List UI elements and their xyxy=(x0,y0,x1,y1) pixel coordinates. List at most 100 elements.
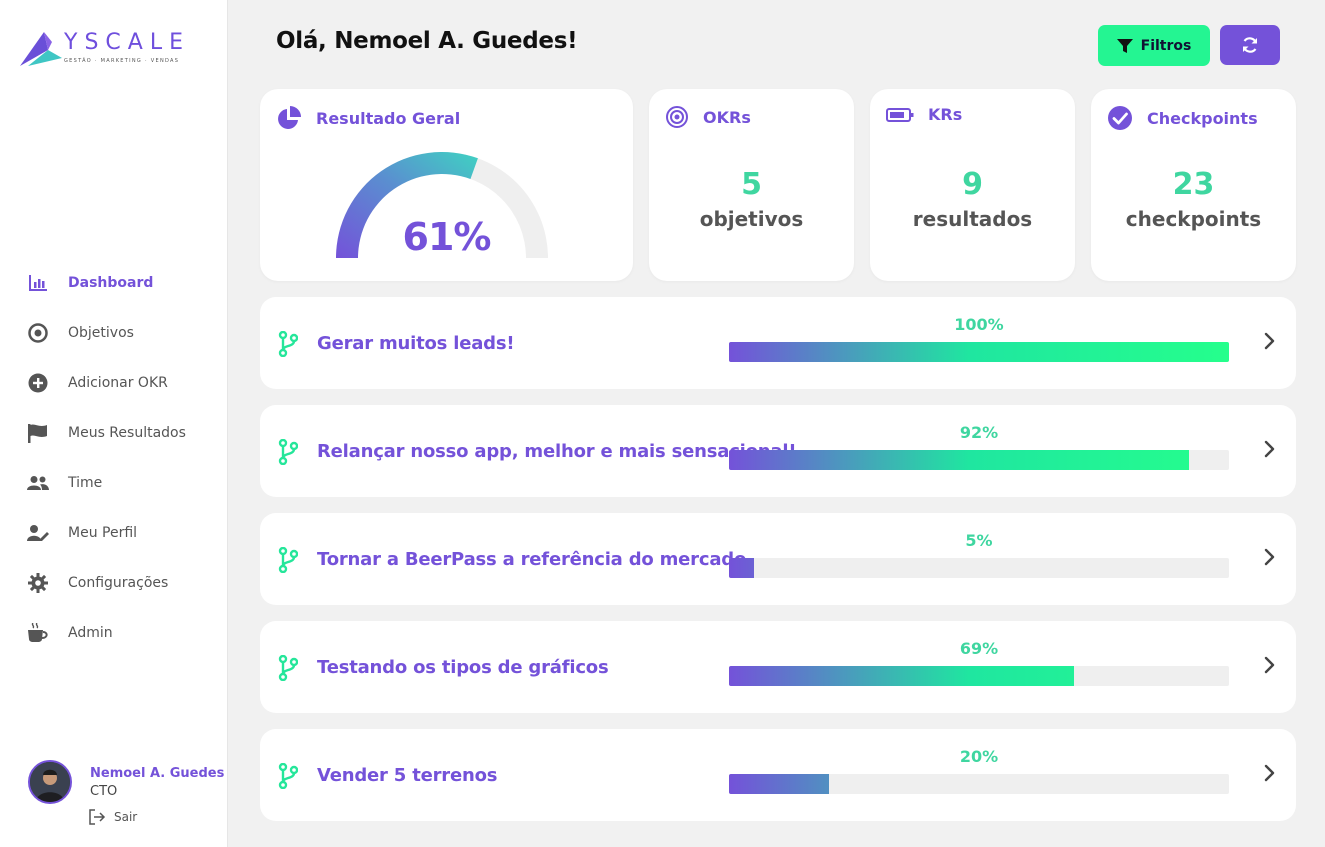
stat-unit: resultados xyxy=(912,207,1033,231)
user-panel: Nemoel A. Guedes CTO Sair xyxy=(28,758,228,832)
page-title: Olá, Nemoel A. Guedes! xyxy=(276,28,578,54)
logo-mark-icon xyxy=(20,32,62,66)
gear-icon xyxy=(26,571,50,595)
users-icon xyxy=(26,471,50,495)
branch-icon xyxy=(278,439,298,465)
sidebar-item-meu-perfil[interactable]: Meu Perfil xyxy=(0,508,228,558)
progress-fill xyxy=(729,450,1189,470)
sidebar: YSCALE GESTÃO · MARKETING · VENDAS Dashb… xyxy=(0,0,228,847)
chevron-right-icon[interactable] xyxy=(1260,331,1280,351)
okr-row[interactable]: Relançar nosso app, melhor e mais sensac… xyxy=(260,405,1296,497)
gauge-value: 61% xyxy=(402,215,492,259)
card-title: Checkpoints xyxy=(1147,108,1258,128)
coffee-icon xyxy=(26,621,50,645)
sidebar-item-label: Admin xyxy=(68,625,113,641)
sidebar-item-objetivos[interactable]: Objetivos xyxy=(0,308,228,358)
stat-number: 9 xyxy=(962,167,983,202)
chevron-right-icon[interactable] xyxy=(1260,439,1280,459)
progress-bar xyxy=(729,342,1229,362)
progress-bar xyxy=(729,666,1229,686)
progress-fill xyxy=(729,666,1074,686)
pie-chart-icon xyxy=(278,106,301,129)
okr-percent: 100% xyxy=(954,315,1004,334)
plus-circle-icon xyxy=(26,371,50,395)
chevron-right-icon[interactable] xyxy=(1260,763,1280,783)
progress-bar xyxy=(729,450,1229,470)
sidebar-item-label: Adicionar OKR xyxy=(68,375,168,391)
okr-row[interactable]: Tornar a BeerPass a referência do mercad… xyxy=(260,513,1296,605)
okr-name: Vender 5 terrenos xyxy=(317,765,498,786)
filter-button[interactable]: Filtros xyxy=(1098,25,1210,66)
progress-fill xyxy=(729,342,1229,362)
okr-name: Relançar nosso app, melhor e mais sensac… xyxy=(317,441,797,462)
okr-row[interactable]: Vender 5 terrenos 20% xyxy=(260,729,1296,821)
sidebar-item-configuracoes[interactable]: Configurações xyxy=(0,558,228,608)
stat-unit: objetivos xyxy=(699,207,804,231)
sidebar-item-label: Objetivos xyxy=(68,325,134,341)
brand-name: YSCALE xyxy=(64,30,190,55)
target-icon xyxy=(666,106,688,128)
avatar[interactable] xyxy=(28,760,72,804)
stat-number: 23 xyxy=(1172,167,1215,202)
okr-row[interactable]: Testando os tipos de gráficos 69% xyxy=(260,621,1296,713)
brand-tagline: GESTÃO · MARKETING · VENDAS xyxy=(64,58,180,64)
stat-unit: checkpoints xyxy=(1125,207,1262,231)
logout-icon xyxy=(89,809,106,825)
filter-label: Filtros xyxy=(1140,37,1192,54)
sidebar-nav: Dashboard Objetivos Adicionar OKR Meus R… xyxy=(0,258,228,658)
flag-icon xyxy=(26,421,50,445)
card-title: KRs xyxy=(928,105,963,124)
card-header: KRs xyxy=(886,105,962,124)
okr-name: Tornar a BeerPass a referência do mercad… xyxy=(317,549,747,570)
progress-fill xyxy=(729,774,829,794)
branch-icon xyxy=(278,547,298,573)
card-header: Resultado Geral xyxy=(276,105,460,131)
bar-chart-icon xyxy=(26,271,50,295)
okr-percent: 92% xyxy=(959,423,999,442)
sidebar-item-dashboard[interactable]: Dashboard xyxy=(0,258,228,308)
okr-percent: 69% xyxy=(959,639,999,658)
chevron-right-icon[interactable] xyxy=(1260,655,1280,675)
okr-percent: 5% xyxy=(965,531,993,550)
brand-logo[interactable]: YSCALE GESTÃO · MARKETING · VENDAS xyxy=(18,28,188,70)
user-role: CTO xyxy=(90,784,118,799)
card-resultado-geral: Resultado Geral 61% xyxy=(260,89,633,281)
card-header: OKRs xyxy=(665,105,751,129)
okr-name: Testando os tipos de gráficos xyxy=(317,657,609,678)
card-title: OKRs xyxy=(703,107,751,127)
branch-icon xyxy=(278,763,298,789)
sidebar-item-label: Meu Perfil xyxy=(68,525,138,541)
logout-button[interactable]: Sair xyxy=(88,808,137,826)
branch-icon xyxy=(278,655,298,681)
sidebar-item-admin[interactable]: Admin xyxy=(0,608,228,658)
user-name: Nemoel A. Guedes xyxy=(90,766,225,781)
okr-percent: 20% xyxy=(959,747,999,766)
stat-number: 5 xyxy=(741,167,762,202)
target-icon xyxy=(26,321,50,345)
sidebar-item-time[interactable]: Time xyxy=(0,458,228,508)
battery-icon xyxy=(886,107,914,122)
refresh-icon xyxy=(1242,37,1258,53)
sidebar-item-label: Dashboard xyxy=(68,275,154,291)
okr-name: Gerar muitos leads! xyxy=(317,333,515,354)
user-edit-icon xyxy=(26,521,50,545)
okr-row[interactable]: Gerar muitos leads! 100% xyxy=(260,297,1296,389)
logout-label: Sair xyxy=(114,810,138,824)
check-circle-icon xyxy=(1108,106,1132,130)
sidebar-item-adicionar-okr[interactable]: Adicionar OKR xyxy=(0,358,228,408)
sidebar-item-meus-resultados[interactable]: Meus Resultados xyxy=(0,408,228,458)
sidebar-item-label: Time xyxy=(68,475,103,491)
progress-fill xyxy=(729,558,754,578)
card-header: Checkpoints xyxy=(1107,105,1258,131)
chevron-right-icon[interactable] xyxy=(1260,547,1280,567)
sidebar-item-label: Meus Resultados xyxy=(68,425,186,441)
card-okrs: OKRs 5 objetivos xyxy=(649,89,854,281)
refresh-button[interactable] xyxy=(1220,25,1280,65)
progress-bar xyxy=(729,558,1229,578)
card-krs: KRs 9 resultados xyxy=(870,89,1075,281)
card-title: Resultado Geral xyxy=(316,108,461,128)
branch-icon xyxy=(278,331,298,357)
progress-bar xyxy=(729,774,1229,794)
card-checkpoints: Checkpoints 23 checkpoints xyxy=(1091,89,1296,281)
sidebar-item-label: Configurações xyxy=(68,575,169,591)
